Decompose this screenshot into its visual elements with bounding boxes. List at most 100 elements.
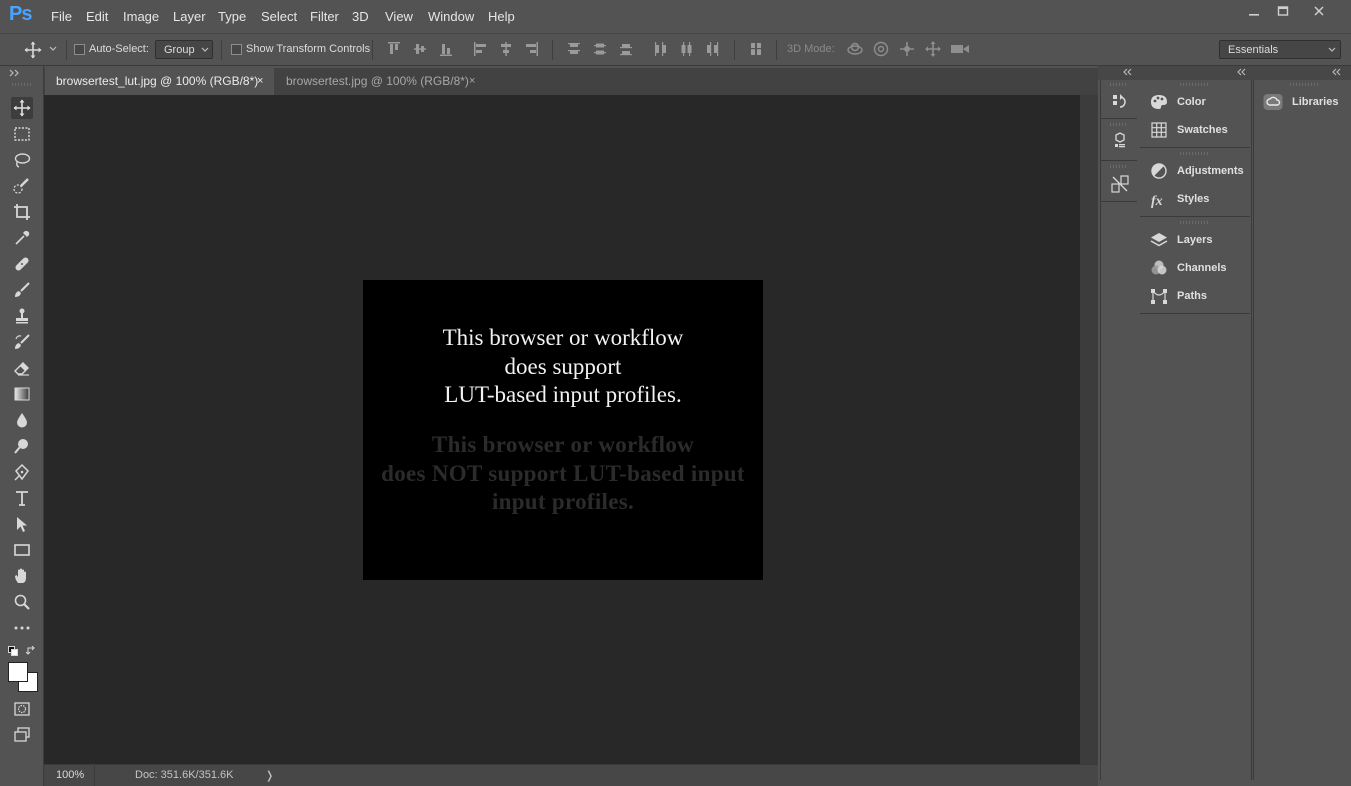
styles-panel-button[interactable]: fx Styles — [1150, 188, 1209, 210]
divider — [1140, 147, 1250, 148]
auto-select-dropdown[interactable]: Group — [155, 40, 213, 59]
align-horizontal-centers-icon[interactable] — [499, 41, 513, 57]
close-icon — [1314, 6, 1324, 16]
distribute-bottom-icon[interactable] — [619, 41, 633, 57]
workspace-dropdown[interactable]: Essentials — [1219, 40, 1341, 59]
close-tab-icon[interactable]: × — [257, 68, 263, 95]
crop-tool[interactable] — [11, 201, 33, 223]
swatches-panel-button[interactable]: Swatches — [1150, 119, 1228, 141]
align-right-edges-icon[interactable] — [525, 41, 539, 57]
menu-edit[interactable]: Edit — [86, 9, 108, 24]
default-colors-icon[interactable] — [8, 646, 18, 656]
screen-mode-button[interactable] — [11, 724, 33, 746]
menu-layer[interactable]: Layer — [173, 9, 206, 24]
tab-browsertest-lut[interactable]: browsertest_lut.jpg @ 100% (RGB/8*) × — [45, 68, 274, 95]
blur-tool[interactable] — [11, 409, 33, 431]
3d-panel-button[interactable] — [1109, 130, 1131, 152]
show-transform-checkbox[interactable] — [231, 44, 242, 55]
pen-tool[interactable] — [11, 461, 33, 483]
panel-grip[interactable] — [1290, 83, 1320, 86]
move-tool[interactable] — [11, 97, 33, 119]
expand-toolbar-icon[interactable] — [9, 69, 21, 77]
path-selection-tool[interactable] — [11, 513, 33, 535]
collapse-panels-icon[interactable] — [1122, 68, 1132, 76]
zoom-tool[interactable] — [11, 591, 33, 613]
foreground-color-swatch[interactable] — [8, 662, 28, 682]
menu-file[interactable]: File — [51, 9, 72, 24]
libraries-panel-button[interactable]: Libraries — [1263, 91, 1338, 113]
vertical-scrollbar[interactable] — [1080, 95, 1098, 764]
panel-grip[interactable] — [1180, 221, 1210, 224]
menu-window[interactable]: Window — [428, 9, 474, 24]
slide-3d-icon[interactable] — [924, 40, 942, 58]
lasso-tool[interactable] — [11, 149, 33, 171]
quick-mask-button[interactable] — [11, 698, 33, 720]
adjustments-panel-button[interactable]: Adjustments — [1150, 160, 1244, 182]
panel-grip[interactable] — [1180, 83, 1210, 86]
auto-align-layers-icon[interactable] — [749, 41, 763, 57]
tab-browsertest[interactable]: browsertest.jpg @ 100% (RGB/8*) × — [275, 68, 486, 95]
menu-3d[interactable]: 3D — [352, 9, 369, 24]
measurement-panel-button[interactable] — [1109, 173, 1131, 195]
history-brush-tool[interactable] — [11, 331, 33, 353]
hand-tool[interactable] — [11, 565, 33, 587]
distribute-right-icon[interactable] — [705, 41, 719, 57]
move-tool-preset-icon[interactable] — [24, 41, 42, 59]
eyedropper-tool[interactable] — [11, 227, 33, 249]
menu-select[interactable]: Select — [261, 9, 297, 24]
minimize-button[interactable] — [1241, 2, 1267, 20]
align-vertical-centers-icon[interactable] — [413, 41, 427, 57]
close-window-button[interactable] — [1306, 2, 1332, 20]
paths-panel-button[interactable]: Paths — [1150, 285, 1207, 307]
channels-panel-button[interactable]: Channels — [1150, 257, 1227, 279]
history-panel-button[interactable] — [1109, 91, 1131, 113]
divider — [1101, 118, 1137, 119]
zoom-level[interactable]: 100% — [56, 769, 84, 781]
pan-3d-icon[interactable] — [898, 40, 916, 58]
align-left-edges-icon[interactable] — [473, 41, 487, 57]
distribute-top-icon[interactable] — [567, 41, 581, 57]
panel-grip[interactable] — [1180, 152, 1210, 155]
menu-image[interactable]: Image — [123, 9, 159, 24]
panel-grip[interactable] — [1110, 83, 1128, 86]
toolbar-grip[interactable] — [12, 83, 32, 86]
tab-label: browsertest.jpg @ 100% (RGB/8*) — [286, 74, 469, 88]
collapse-panels-icon[interactable] — [1331, 68, 1341, 76]
align-top-edges-icon[interactable] — [387, 41, 401, 57]
menu-help[interactable]: Help — [488, 9, 515, 24]
type-tool[interactable] — [11, 487, 33, 509]
distribute-horizontal-centers-icon[interactable] — [679, 41, 693, 57]
marquee-tool[interactable] — [11, 123, 33, 145]
menu-view[interactable]: View — [385, 9, 413, 24]
layers-panel-button[interactable]: Layers — [1150, 229, 1212, 251]
panel-grip[interactable] — [1110, 165, 1128, 168]
scale-3d-camera-icon[interactable] — [950, 40, 970, 58]
healing-brush-tool[interactable] — [11, 253, 33, 275]
chevron-down-icon[interactable] — [49, 46, 57, 52]
quick-selection-tool[interactable] — [11, 175, 33, 197]
align-bottom-edges-icon[interactable] — [439, 41, 453, 57]
clone-stamp-tool[interactable] — [11, 305, 33, 327]
panel-grip[interactable] — [1110, 123, 1128, 126]
eraser-tool[interactable] — [11, 357, 33, 379]
color-panel-button[interactable]: Color — [1150, 91, 1206, 113]
distribute-vertical-centers-icon[interactable] — [593, 41, 607, 57]
menu-type[interactable]: Type — [218, 9, 246, 24]
maximize-button[interactable] — [1270, 2, 1296, 20]
dodge-tool[interactable] — [11, 435, 33, 457]
3d-cube-icon — [1115, 132, 1125, 148]
collapse-panels-icon[interactable] — [1236, 68, 1246, 76]
more-tools-button[interactable] — [11, 617, 33, 639]
auto-select-checkbox[interactable] — [74, 44, 85, 55]
brush-tool[interactable] — [11, 279, 33, 301]
document-image[interactable]: This browser or workflow does support LU… — [363, 280, 763, 580]
roll-3d-icon[interactable] — [872, 40, 890, 58]
menu-filter[interactable]: Filter — [310, 9, 339, 24]
rectangle-tool[interactable] — [11, 539, 33, 561]
close-tab-icon[interactable]: × — [469, 68, 475, 95]
distribute-left-icon[interactable] — [653, 41, 667, 57]
swap-colors-icon[interactable] — [26, 646, 36, 656]
orbit-3d-icon[interactable] — [846, 40, 864, 58]
status-menu-arrow-icon[interactable]: ❭ — [265, 769, 274, 782]
gradient-tool[interactable] — [11, 383, 33, 405]
